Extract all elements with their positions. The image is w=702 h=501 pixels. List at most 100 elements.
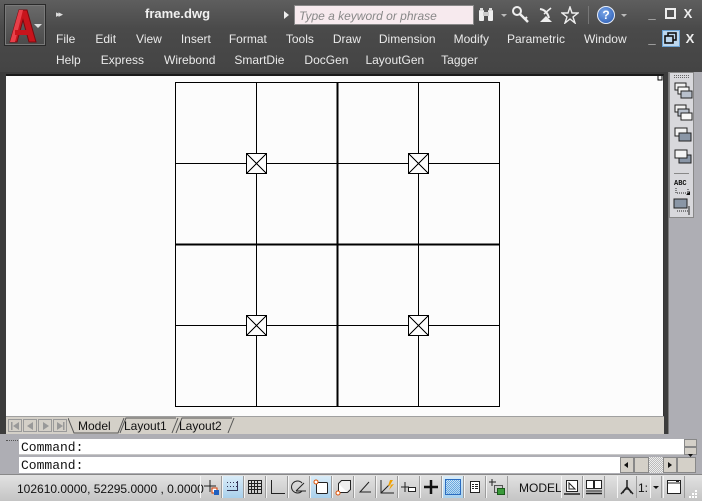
lineweight-icon: [424, 480, 438, 494]
chevron-down-icon[interactable]: [501, 14, 507, 17]
menu-tagger[interactable]: Tagger: [441, 51, 478, 69]
send-to-back-icon[interactable]: [672, 103, 693, 123]
menu-express[interactable]: Express: [101, 51, 144, 69]
scroll-right-button[interactable]: [663, 457, 677, 473]
model-space-button[interactable]: MODEL: [519, 481, 562, 495]
menu-layoutgen[interactable]: LayoutGen: [365, 51, 424, 69]
annotation-scale-value[interactable]: 1:: [638, 481, 648, 495]
hatch-to-back-icon[interactable]: [672, 197, 693, 217]
clean-screen-button[interactable]: [663, 476, 685, 498]
object-snap-toggle[interactable]: [310, 476, 332, 498]
application-menu-button[interactable]: [4, 4, 46, 46]
ortho-icon: [271, 480, 285, 494]
tab-layout2[interactable]: Layout2: [179, 418, 222, 434]
cross-marker: [408, 315, 429, 336]
tab-model[interactable]: Model: [78, 418, 111, 434]
help-icon[interactable]: ?: [597, 6, 615, 24]
annotation-scale-icon-glyph: [620, 480, 634, 495]
command-line-window: Command: Command:: [0, 434, 702, 474]
key-icon[interactable]: [511, 5, 531, 25]
annotation-scale-dropdown[interactable]: [650, 476, 662, 498]
quick-view-layouts-button[interactable]: [561, 476, 583, 498]
previous-tab-button[interactable]: [23, 419, 37, 432]
menu-tools[interactable]: Tools: [286, 30, 314, 48]
command-scroll-up-button[interactable]: [684, 439, 697, 450]
object-snap-tracking-toggle[interactable]: [354, 476, 376, 498]
menu-window[interactable]: Window: [584, 30, 627, 48]
infer-constraints-toggle[interactable]: [200, 476, 222, 498]
dynamic-ucs-toggle[interactable]: [376, 476, 398, 498]
annotation-scale-icon[interactable]: [617, 476, 637, 498]
window-maximize-button[interactable]: [663, 8, 677, 22]
resize-grip-icon: [689, 490, 697, 498]
quick-view-drawings-icon: [586, 480, 602, 495]
horizontal-scroll-thumb[interactable]: [634, 457, 649, 473]
transparency-toggle[interactable]: [442, 476, 464, 498]
quick-access-more-icon[interactable]: ▸▸: [56, 9, 63, 20]
selection-cycling-icon: [489, 479, 505, 495]
polar-tracking-icon: [291, 480, 306, 494]
window-minimize-button[interactable]: _: [645, 7, 659, 21]
quick-properties-icon: [470, 481, 480, 493]
document-minimize-button[interactable]: _: [645, 32, 659, 46]
bring-to-front-icon[interactable]: [672, 81, 693, 101]
menu-edit[interactable]: Edit: [95, 30, 116, 48]
command-history-line: Command:: [19, 439, 684, 455]
document-restore-button[interactable]: [662, 30, 680, 47]
horizontal-scroll-track[interactable]: [649, 457, 663, 473]
infocenter-search-input[interactable]: Type a keyword or phrase: [294, 5, 474, 25]
menu-smartdie[interactable]: SmartDie: [234, 51, 284, 69]
first-icon: [11, 422, 19, 430]
menu-draw[interactable]: Draw: [333, 30, 361, 48]
menu-file[interactable]: File: [56, 30, 75, 48]
star-icon[interactable]: [560, 5, 580, 25]
bring-above-object-icon[interactable]: [672, 125, 693, 145]
toolbar-grip[interactable]: [674, 75, 689, 78]
dynamic-input-toggle[interactable]: [398, 476, 420, 498]
selection-cycling-toggle[interactable]: [486, 476, 508, 498]
resize-grip[interactable]: [686, 487, 698, 499]
search-binoculars-icon[interactable]: [476, 5, 496, 25]
drawing: [175, 76, 663, 407]
model-space-canvas[interactable]: [6, 74, 664, 416]
clean-screen-icon: [667, 480, 681, 494]
left-arrow-icon: [624, 462, 628, 468]
menu-format[interactable]: Format: [229, 30, 267, 48]
restore-icon: [664, 32, 677, 44]
menu-parametric[interactable]: Parametric: [507, 30, 565, 48]
polar-tracking-toggle[interactable]: [288, 476, 310, 498]
menu-insert[interactable]: Insert: [181, 30, 211, 48]
tab-layout1[interactable]: Layout1: [124, 418, 167, 434]
menu-docgen[interactable]: DocGen: [304, 51, 348, 69]
command-input[interactable]: Command:: [19, 457, 684, 473]
chevron-down-icon[interactable]: [621, 14, 627, 17]
lineweight-toggle[interactable]: [420, 476, 442, 498]
ortho-mode-toggle[interactable]: [266, 476, 288, 498]
last-tab-button[interactable]: [53, 419, 67, 432]
document-close-button[interactable]: X: [683, 32, 697, 46]
command-scroll-down-button[interactable]: [684, 447, 697, 457]
grid-display-toggle[interactable]: [244, 476, 266, 498]
object-snap-tracking-icon: [358, 481, 371, 493]
infer-constraints-icon: [204, 480, 219, 495]
cross-marker: [246, 315, 267, 336]
window-close-button[interactable]: X: [681, 7, 695, 21]
search-expand-icon[interactable]: [284, 11, 289, 19]
toolbar-separator: [674, 173, 689, 174]
send-under-object-icon[interactable]: [672, 147, 693, 167]
quick-properties-toggle[interactable]: [464, 476, 486, 498]
next-tab-button[interactable]: [38, 419, 52, 432]
menu-wirebond[interactable]: Wirebond: [164, 51, 215, 69]
scroll-left-button[interactable]: [620, 457, 634, 473]
menu-modify[interactable]: Modify: [454, 30, 489, 48]
satellite-icon[interactable]: [536, 5, 556, 25]
text-to-front-icon[interactable]: ABC: [672, 177, 693, 197]
menu-view[interactable]: View: [136, 30, 162, 48]
first-tab-button[interactable]: [8, 419, 22, 432]
3d-object-snap-toggle[interactable]: [332, 476, 354, 498]
command-line-grip[interactable]: [6, 440, 18, 443]
menu-help[interactable]: Help: [56, 51, 81, 69]
snap-mode-toggle[interactable]: [222, 476, 244, 498]
menu-dimension[interactable]: Dimension: [379, 30, 436, 48]
quick-view-drawings-button[interactable]: [583, 476, 605, 498]
